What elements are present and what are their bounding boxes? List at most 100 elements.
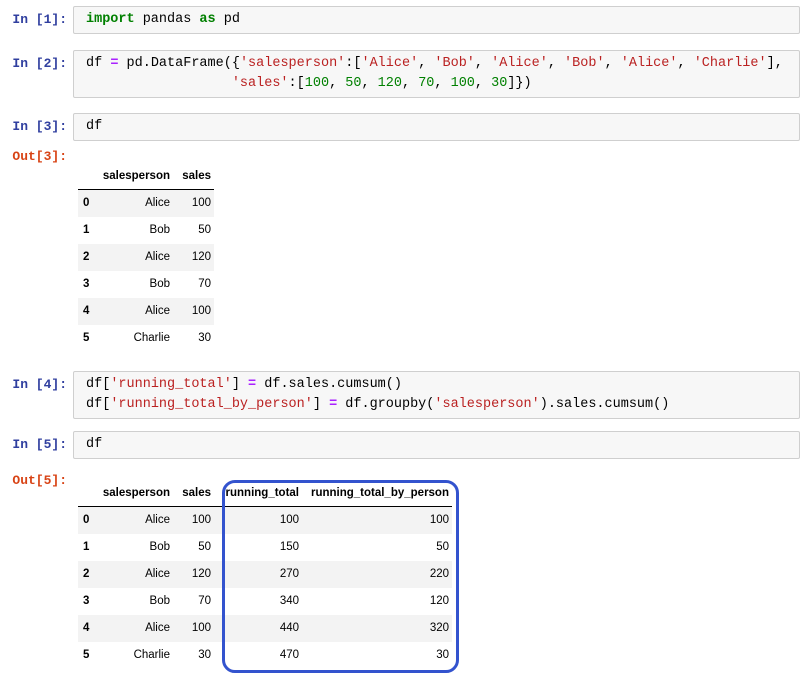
table-row: 4 Alice 100 440 320: [78, 615, 452, 642]
table-cell: 50: [436, 541, 449, 553]
table-cell: 30: [198, 332, 211, 344]
input-prompt: In [2]:: [12, 56, 67, 71]
table-cell: Alice: [145, 305, 170, 317]
table-row: 5 Charlie 30 470 30: [78, 642, 452, 669]
table-cell: 440: [279, 622, 299, 634]
table-row: 1 Bob 50: [78, 217, 214, 244]
table-cell: Alice: [145, 568, 170, 580]
code-cell-5: In [5]: df: [0, 431, 800, 459]
code-cell-4: In [4]: df['running_total'] = df.sales.c…: [0, 371, 800, 419]
table-row: 3 Bob 70: [78, 271, 214, 298]
table-cell: 340: [279, 595, 299, 607]
table-cell: 100: [279, 514, 299, 526]
code-cell-2: In [2]: df = pd.DataFrame({'salesperson'…: [0, 50, 800, 98]
table-cell: 470: [279, 649, 299, 661]
table-cell: Charlie: [133, 649, 170, 661]
table-cell: Bob: [149, 541, 170, 553]
notebook: In [1]: import pandas as pd In [2]: df =…: [0, 0, 800, 674]
table-cell: 70: [198, 278, 211, 290]
table-row: 0 Alice 100 100 100: [78, 506, 452, 534]
table-cell: Bob: [149, 278, 170, 290]
table-row: 2 Alice 120 270 220: [78, 561, 452, 588]
table-cell: 150: [279, 541, 299, 553]
table-cell: 100: [191, 305, 211, 317]
table-row: 4 Alice 100: [78, 298, 214, 325]
dataframe-table-out5: salesperson sales running_total running_tot…: [78, 483, 452, 669]
table-cell: Charlie: [133, 332, 170, 344]
table-cell: 100: [191, 514, 211, 526]
table-cell: 100: [191, 197, 211, 209]
index-header: [78, 166, 98, 190]
table-cell: Alice: [145, 197, 170, 209]
code-input[interactable]: df = pd.DataFrame({'salesperson':['Alice…: [73, 50, 800, 98]
code-text: df: [86, 119, 103, 134]
row-index: 0: [83, 514, 90, 526]
code-cell-3: In [3]: df: [0, 113, 800, 141]
row-index: 0: [83, 197, 90, 209]
code-cell-1: In [1]: import pandas as pd: [0, 6, 800, 34]
input-prompt: In [3]:: [12, 119, 67, 134]
row-index: 3: [83, 278, 90, 290]
row-index: 5: [83, 649, 90, 661]
input-prompt: In [1]:: [12, 12, 67, 27]
table-cell: 120: [429, 595, 449, 607]
column-header: running_total_by_person: [302, 483, 452, 507]
table-cell: 70: [198, 595, 211, 607]
code-text: import pandas as pd: [86, 12, 240, 27]
code-text: df['running_total'] = df.sales.cumsum() d…: [86, 377, 670, 412]
code-input[interactable]: df['running_total'] = df.sales.cumsum() d…: [73, 371, 800, 419]
row-index: 2: [83, 251, 90, 263]
code-input[interactable]: df: [73, 431, 800, 459]
column-header: salesperson: [98, 166, 173, 190]
code-input[interactable]: import pandas as pd: [73, 6, 800, 34]
table-cell: 30: [198, 649, 211, 661]
column-header: running_total: [214, 483, 302, 507]
table-cell: 120: [191, 568, 211, 580]
row-index: 4: [83, 622, 90, 634]
table-cell: 50: [198, 224, 211, 236]
dataframe-container: salesperson sales 0 Alice 100 1 Bob 50 2 Alice 120…: [78, 166, 214, 352]
table-cell: 270: [279, 568, 299, 580]
output-cell-5: Out[5]: salesperson sales running_total run…: [0, 467, 800, 674]
column-header: sales: [173, 166, 214, 190]
table-cell: 220: [429, 568, 449, 580]
table-cell: 50: [198, 541, 211, 553]
table-cell: 120: [191, 251, 211, 263]
output-prompt: Out[5]:: [12, 473, 67, 488]
code-input[interactable]: df: [73, 113, 800, 141]
header-row: salesperson sales running_total running_tot…: [78, 483, 452, 507]
table-row: 5 Charlie 30: [78, 325, 214, 352]
table-cell: Bob: [149, 595, 170, 607]
code-text: df: [86, 437, 103, 452]
table-cell: Alice: [145, 622, 170, 634]
index-header: [78, 483, 98, 507]
table-cell: Alice: [145, 251, 170, 263]
dataframe-table-out3: salesperson sales 0 Alice 100 1 Bob 50 2 Alice 120…: [78, 166, 214, 352]
table-row: 1 Bob 50 150 50: [78, 534, 452, 561]
dataframe-container: salesperson sales running_total running_tot…: [78, 480, 459, 673]
table-cell: 320: [429, 622, 449, 634]
code-text: df = pd.DataFrame({'salesperson':['Alice…: [86, 56, 783, 91]
table-row: 3 Bob 70 340 120: [78, 588, 452, 615]
table-row: 0 Alice 100: [78, 189, 214, 217]
output-prompt: Out[3]:: [12, 149, 67, 164]
row-index: 4: [83, 305, 90, 317]
output-cell-3: Out[3]: salesperson sales 0 Alice 100 1 Bob 50 2…: [0, 143, 800, 357]
row-index: 1: [83, 541, 90, 553]
header-row: salesperson sales: [78, 166, 214, 190]
row-index: 2: [83, 568, 90, 580]
table-row: 2 Alice 120: [78, 244, 214, 271]
table-cell: Alice: [145, 514, 170, 526]
output-area: salesperson sales 0 Alice 100 1 Bob 50 2 Alice 120…: [78, 143, 800, 357]
output-area: salesperson sales running_total running_tot…: [78, 467, 800, 674]
table-cell: 30: [436, 649, 449, 661]
table-cell: 100: [191, 622, 211, 634]
input-prompt: In [4]:: [12, 377, 67, 392]
row-index: 3: [83, 595, 90, 607]
column-header: sales: [173, 483, 214, 507]
table-cell: Bob: [149, 224, 170, 236]
column-header: salesperson: [98, 483, 173, 507]
input-prompt: In [5]:: [12, 437, 67, 452]
table-cell: 100: [429, 514, 449, 526]
row-index: 5: [83, 332, 90, 344]
